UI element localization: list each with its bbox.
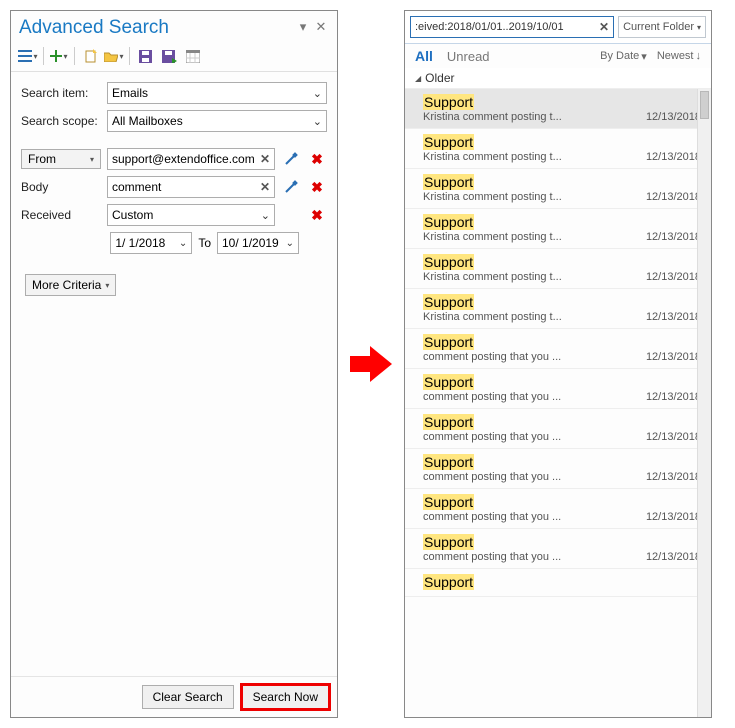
mail-date: 12/13/2018 [646, 311, 701, 323]
mail-subject: Kristina comment posting t... [423, 191, 562, 203]
from-input[interactable]: support@extendoffice.com✕ [107, 148, 275, 170]
mail-from: Support [423, 534, 701, 550]
body-label: Body [21, 180, 101, 194]
mail-item[interactable]: SupportKristina comment posting t... 12/1… [405, 209, 711, 249]
mail-item[interactable]: SupportKristina comment posting t... 12/1… [405, 289, 711, 329]
mail-from: Support [423, 294, 701, 310]
date-to-input[interactable]: 10/ 1/2019 [217, 232, 299, 254]
mail-subject: Kristina comment posting t... [423, 151, 562, 163]
mail-from: Support [423, 174, 701, 190]
mail-item[interactable]: Supportcomment posting that you ... 12/13… [405, 489, 711, 529]
tab-unread[interactable]: Unread [447, 49, 490, 64]
mail-from: Support [423, 254, 701, 270]
mail-subject: comment posting that you ... [423, 431, 561, 443]
add-button[interactable] [48, 45, 70, 67]
mail-subject: Kristina comment posting t... [423, 311, 562, 323]
mail-date: 12/13/2018 [646, 551, 701, 563]
mail-subject: Kristina comment posting t... [423, 231, 562, 243]
date-from-input[interactable]: 1/ 1/2018 [110, 232, 192, 254]
clear-search-icon[interactable]: ✕ [599, 20, 609, 34]
toolbar [11, 41, 337, 72]
mail-subject: comment posting that you ... [423, 511, 561, 523]
mail-item[interactable]: Supportcomment posting that you ... 12/13… [405, 369, 711, 409]
mail-from: Support [423, 574, 701, 590]
mail-item[interactable]: Supportcomment posting that you ... 12/13… [405, 529, 711, 569]
results-panel: :eived:2018/01/01..2019/10/01 ✕ Current … [404, 10, 712, 718]
mail-date: 12/13/2018 [646, 391, 701, 403]
clear-body-icon[interactable]: ✕ [260, 180, 270, 194]
mail-from: Support [423, 214, 701, 230]
panel-title: Advanced Search [19, 17, 293, 39]
eyedropper-icon[interactable] [281, 177, 301, 197]
mail-subject: Kristina comment posting t... [423, 111, 562, 123]
mail-list: SupportKristina comment posting t...12/1… [405, 89, 711, 717]
received-select[interactable]: Custom [107, 204, 275, 226]
mail-subject: comment posting that you ... [423, 551, 561, 563]
search-scope-select[interactable]: All Mailboxes [107, 110, 327, 132]
clear-from-icon[interactable]: ✕ [260, 152, 270, 166]
mail-date: 12/13/2018 [646, 191, 701, 203]
mail-date: 12/13/2018 [646, 271, 701, 283]
mail-item[interactable]: Support [405, 569, 711, 597]
mail-from: Support [423, 374, 701, 390]
remove-body-icon[interactable]: ✖ [307, 177, 327, 197]
mail-from: Support [423, 134, 701, 150]
mail-from: Support [423, 414, 701, 430]
save-as-button[interactable] [158, 45, 180, 67]
mail-from: Support [423, 334, 701, 350]
mail-date: 12/13/2018 [646, 511, 701, 523]
mail-date: 12/13/2018 [646, 111, 701, 123]
mail-from: Support [423, 94, 701, 110]
group-header-older[interactable]: Older [405, 68, 711, 89]
remove-from-icon[interactable]: ✖ [307, 149, 327, 169]
mail-item[interactable]: Supportcomment posting that you ... 12/13… [405, 449, 711, 489]
mail-from: Support [423, 454, 701, 470]
search-now-button[interactable]: Search Now [242, 685, 329, 709]
from-field-button[interactable]: From [21, 149, 101, 169]
body-input[interactable]: comment✕ [107, 176, 275, 198]
list-menu-button[interactable] [17, 45, 39, 67]
mail-date: 12/13/2018 [646, 471, 701, 483]
open-folder-button[interactable] [103, 45, 125, 67]
mail-date: 12/13/2018 [646, 231, 701, 243]
search-item-select[interactable]: Emails [107, 82, 327, 104]
mail-date: 12/13/2018 [646, 351, 701, 363]
mail-item[interactable]: SupportKristina comment posting t... 12/1… [405, 249, 711, 289]
remove-received-icon[interactable]: ✖ [307, 205, 327, 225]
mail-item[interactable]: SupportKristina comment posting t... 12/1… [405, 129, 711, 169]
scrollbar[interactable] [697, 89, 711, 717]
mail-subject: comment posting that you ... [423, 391, 561, 403]
mail-item[interactable]: SupportKristina comment posting t... 12/1… [405, 169, 711, 209]
search-query-input[interactable]: :eived:2018/01/01..2019/10/01 ✕ [410, 16, 614, 38]
mail-item[interactable]: Supportcomment posting that you ... 12/13… [405, 329, 711, 369]
scope-select[interactable]: Current Folder [618, 16, 706, 38]
mail-subject: comment posting that you ... [423, 351, 561, 363]
calendar-button[interactable] [182, 45, 204, 67]
scrollbar-thumb[interactable] [700, 91, 709, 119]
dropdown-icon[interactable]: ▾ [295, 20, 311, 36]
new-file-button[interactable] [79, 45, 101, 67]
search-scope-label: Search scope: [21, 114, 101, 128]
search-item-label: Search item: [21, 86, 101, 100]
arrow-icon [346, 339, 396, 389]
mail-item[interactable]: Supportcomment posting that you ... 12/13… [405, 409, 711, 449]
mail-item[interactable]: SupportKristina comment posting t... 12/1… [405, 89, 711, 129]
close-icon[interactable]: ✕ [313, 20, 329, 36]
sort-order-button[interactable]: Newest ↓ [657, 50, 701, 63]
clear-search-button[interactable]: Clear Search [142, 685, 234, 709]
mail-date: 12/13/2018 [646, 151, 701, 163]
eyedropper-icon[interactable] [281, 149, 301, 169]
advanced-search-panel: Advanced Search ▾ ✕ Search item: Emails … [10, 10, 338, 718]
mail-from: Support [423, 494, 701, 510]
more-criteria-button[interactable]: More Criteria [25, 274, 116, 296]
tab-all[interactable]: All [415, 48, 433, 64]
sort-by-button[interactable]: By Date ▾ [600, 50, 647, 63]
date-to-label: To [198, 236, 211, 250]
mail-subject: comment posting that you ... [423, 471, 561, 483]
mail-subject: Kristina comment posting t... [423, 271, 562, 283]
received-label: Received [21, 208, 101, 222]
save-button[interactable] [134, 45, 156, 67]
mail-date: 12/13/2018 [646, 431, 701, 443]
